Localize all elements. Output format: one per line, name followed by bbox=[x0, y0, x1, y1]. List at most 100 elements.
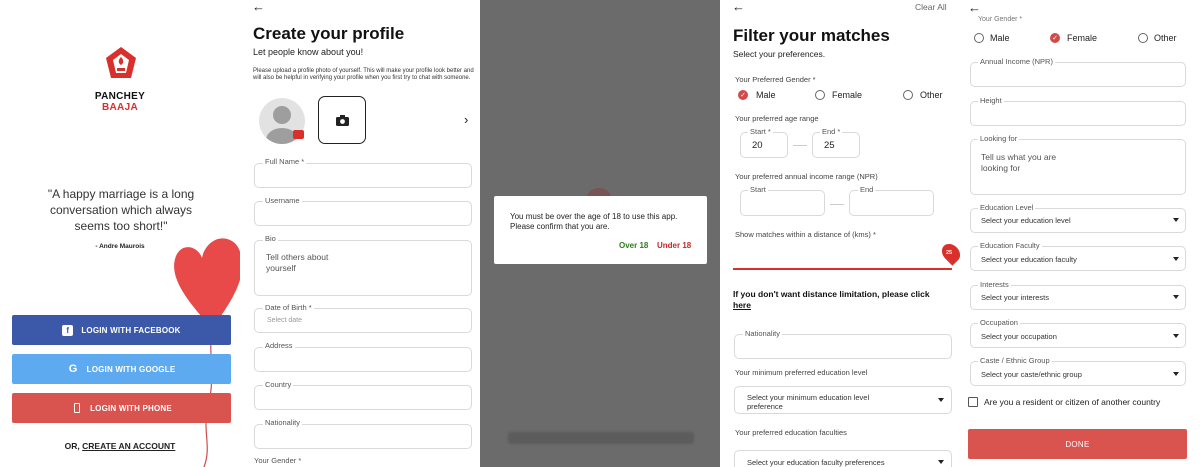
resident-checkbox-label: Are you a resident or citizen of another… bbox=[984, 397, 1161, 407]
gender-female-radio[interactable]: ✓ bbox=[1050, 33, 1060, 43]
welcome-quote: "A happy marriage is a long conversation… bbox=[47, 187, 195, 233]
gender-male-label: Male bbox=[990, 33, 1010, 43]
date-of-birth-placeholder: Select date bbox=[267, 317, 303, 324]
age-confirmation-dialog: You must be over the age of 18 to use th… bbox=[494, 196, 707, 264]
gender-other-label: Other bbox=[920, 90, 943, 100]
photo-instruction: Please upload a profile photo of yoursel… bbox=[253, 68, 474, 81]
chevron-right-icon[interactable]: › bbox=[464, 112, 468, 127]
gender-other-label: Other bbox=[1154, 33, 1177, 43]
dimmed-background-text bbox=[508, 432, 694, 444]
interests-label: Interests bbox=[978, 280, 1011, 289]
page-subtitle: Let people know about you! bbox=[253, 47, 364, 57]
chevron-down-icon bbox=[1173, 334, 1179, 338]
occupation-label: Occupation bbox=[978, 318, 1020, 327]
education-faculty-label: Education Faculty bbox=[978, 241, 1042, 250]
distance-label: Show matches within a distance of (kms) … bbox=[735, 230, 876, 239]
income-range-label: Your preferred annual income range (NPR) bbox=[735, 172, 878, 181]
gender-female-radio[interactable] bbox=[815, 90, 825, 100]
gender-male-radio[interactable]: ✓ bbox=[738, 90, 748, 100]
login-google-button[interactable]: G LOGIN WITH GOOGLE bbox=[12, 354, 231, 384]
interests-placeholder: Select your interests bbox=[981, 293, 1049, 302]
welcome-screen: PANCHEY BAAJA "A happy marriage is a lon… bbox=[0, 0, 240, 467]
annual-income-label: Annual Income (NPR) bbox=[978, 57, 1055, 66]
profile-details-screen: ← Your Gender * Male ✓ Female Other Annu… bbox=[960, 0, 1200, 467]
income-start-label: Start bbox=[748, 185, 768, 194]
faculties-placeholder: Select your education faculty preference… bbox=[747, 458, 885, 467]
distance-slider-track[interactable] bbox=[733, 268, 952, 270]
education-level-placeholder: Select your education level bbox=[981, 216, 1071, 225]
gender-female-label: Female bbox=[1067, 33, 1098, 43]
age-start-label: Start * bbox=[748, 127, 773, 136]
upload-photo-button[interactable] bbox=[318, 96, 366, 144]
chevron-down-icon bbox=[938, 398, 944, 402]
brand-name-line1: PANCHEY bbox=[94, 91, 146, 102]
age-range-divider bbox=[793, 145, 807, 146]
min-education-placeholder: Select your minimum education level pref… bbox=[747, 393, 870, 411]
page-title: Create your profile bbox=[253, 24, 405, 43]
height-label: Height bbox=[978, 96, 1004, 105]
faculties-label: Your preferred education faculties bbox=[735, 428, 847, 437]
back-arrow-icon[interactable]: ← bbox=[968, 1, 981, 14]
create-account-link[interactable]: CREATE AN ACCOUNT bbox=[82, 441, 175, 451]
chevron-down-icon bbox=[938, 460, 944, 464]
login-phone-button[interactable]: LOGIN WITH PHONE bbox=[12, 393, 231, 423]
caste-placeholder: Select your caste/ethnic group bbox=[981, 370, 1082, 379]
chevron-down-icon bbox=[1173, 218, 1179, 222]
gender-other-radio[interactable] bbox=[1138, 33, 1148, 43]
distance-limitation-note: If you don't want distance limitation, p… bbox=[733, 289, 948, 311]
under-18-button[interactable]: Under 18 bbox=[657, 241, 691, 250]
min-education-label: Your minimum preferred education level bbox=[735, 368, 868, 377]
gender-other-radio[interactable] bbox=[903, 90, 913, 100]
nationality-field[interactable] bbox=[254, 424, 472, 449]
filter-matches-screen: ← Clear All Filter your matches Select y… bbox=[720, 0, 960, 467]
nationality-label: Nationality bbox=[263, 418, 303, 427]
chevron-down-icon bbox=[1173, 295, 1179, 299]
resident-checkbox[interactable] bbox=[968, 397, 978, 407]
bio-label: Bio bbox=[263, 234, 278, 243]
dialog-message: You must be over the age of 18 to use th… bbox=[510, 212, 678, 231]
heart-balloon-icon bbox=[174, 238, 240, 467]
caste-label: Caste / Ethnic Group bbox=[978, 356, 1052, 365]
page-title: Filter your matches bbox=[733, 26, 890, 45]
clear-all-button[interactable]: Clear All bbox=[915, 2, 947, 12]
brand-name-line2: BAAJA bbox=[102, 102, 138, 113]
distance-slider-value: 25 bbox=[946, 250, 953, 256]
facebook-icon: f bbox=[62, 324, 74, 336]
age-end-value: 25 bbox=[824, 140, 835, 151]
looking-for-placeholder: Tell us what you are looking for bbox=[981, 152, 1057, 173]
login-phone-label: LOGIN WITH PHONE bbox=[90, 403, 172, 413]
gender-male-label: Male bbox=[756, 90, 776, 100]
username-label: Username bbox=[263, 196, 302, 205]
back-arrow-icon[interactable]: ← bbox=[732, 0, 745, 13]
gender-male-radio[interactable] bbox=[974, 33, 984, 43]
address-label: Address bbox=[263, 341, 295, 350]
chevron-down-icon bbox=[1173, 257, 1179, 261]
preferred-gender-label: Your Preferred Gender * bbox=[735, 75, 816, 84]
small-camera-icon[interactable] bbox=[293, 130, 304, 139]
age-start-value: 20 bbox=[752, 140, 763, 151]
gender-label: Your Gender * bbox=[978, 16, 1023, 23]
distance-limitation-link[interactable]: here bbox=[733, 300, 751, 310]
address-field[interactable] bbox=[254, 347, 472, 372]
bio-placeholder: Tell others about yourself bbox=[266, 252, 329, 273]
back-arrow-icon[interactable]: ← bbox=[252, 0, 265, 13]
looking-for-label: Looking for bbox=[978, 134, 1020, 143]
done-button[interactable]: DONE bbox=[968, 429, 1187, 459]
education-level-label: Education Level bbox=[978, 203, 1036, 212]
income-range-divider bbox=[830, 204, 844, 205]
country-label: Country bbox=[263, 380, 294, 389]
distance-limitation-text: If you don't want distance limitation, p… bbox=[733, 289, 930, 299]
date-of-birth-label: Date of Birth * bbox=[263, 303, 314, 312]
login-facebook-button[interactable]: f LOGIN WITH FACEBOOK bbox=[12, 315, 231, 345]
over-18-button[interactable]: Over 18 bbox=[619, 241, 648, 250]
income-end-label: End bbox=[858, 185, 876, 194]
gender-female-label: Female bbox=[832, 90, 863, 100]
quote-author: - Andre Maurois bbox=[95, 243, 145, 250]
camera-icon bbox=[335, 114, 349, 126]
panchey-baaja-logo-icon bbox=[106, 47, 136, 78]
nationality-label: Nationality bbox=[743, 329, 783, 338]
age-range-label: Your preferred age range bbox=[735, 114, 819, 123]
full-name-field[interactable] bbox=[254, 163, 472, 188]
login-facebook-label: LOGIN WITH FACEBOOK bbox=[81, 325, 181, 335]
occupation-placeholder: Select your occupation bbox=[981, 332, 1057, 341]
